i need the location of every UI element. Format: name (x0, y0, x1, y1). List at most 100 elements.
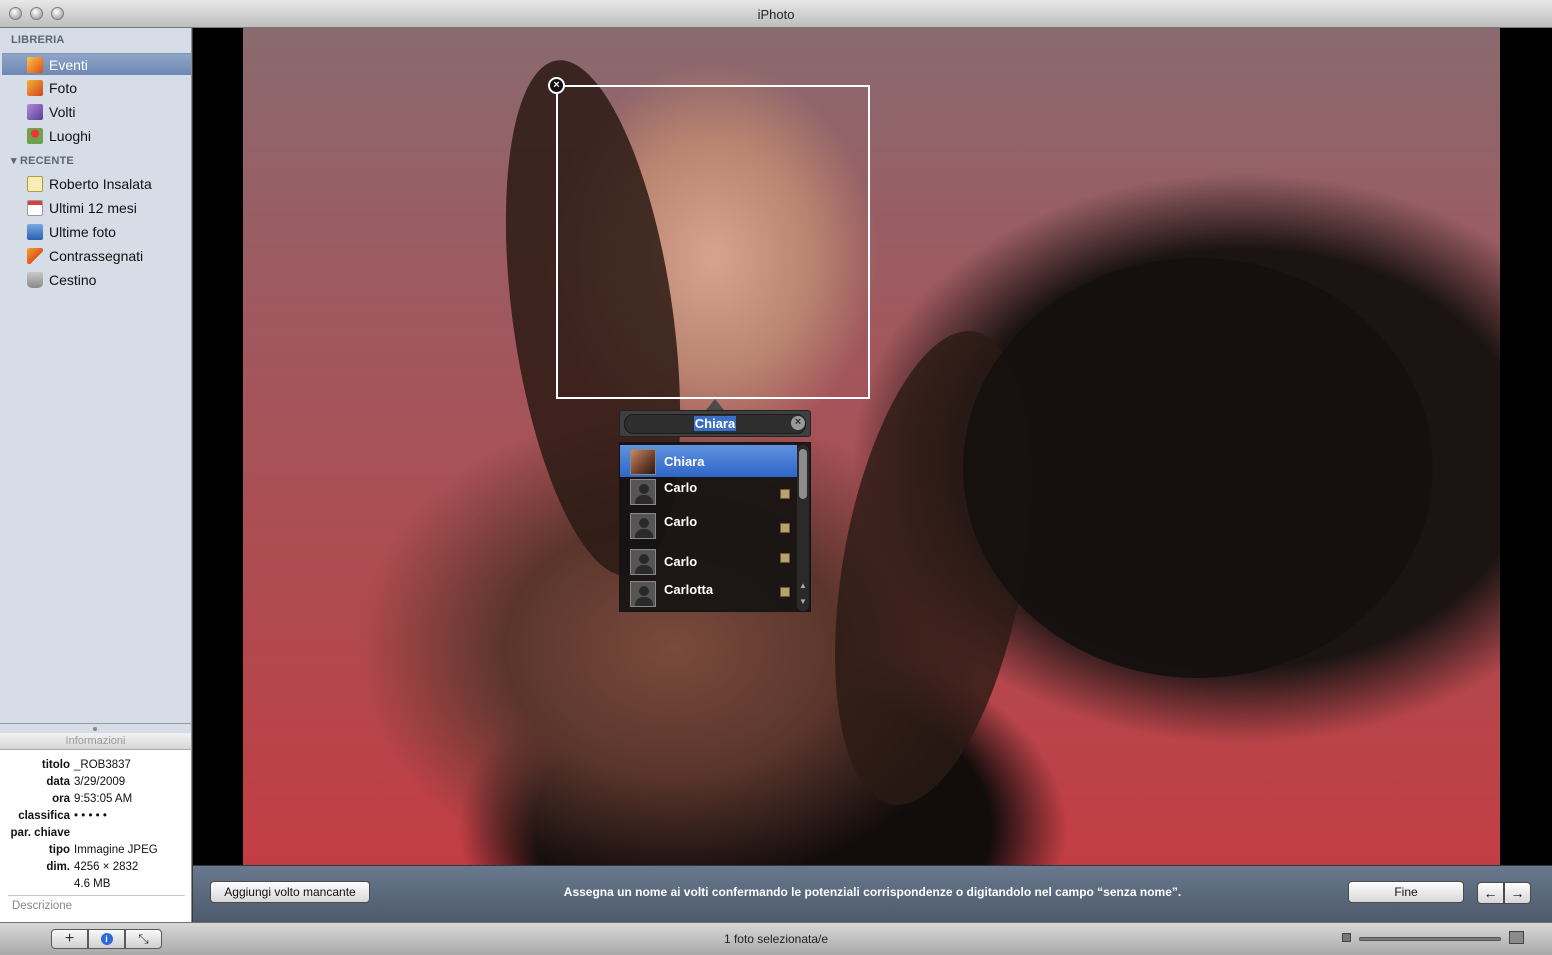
info-value: _ROB3837 (74, 759, 131, 771)
info-value: 4256 × 2832 (74, 861, 139, 873)
faces-icon (27, 104, 43, 120)
sidebar-item-label: Foto (49, 80, 78, 96)
album-icon (27, 176, 43, 192)
sidebar-item-ultime-foto[interactable]: Ultime foto (2, 221, 191, 243)
bottom-toolbar: + i ⤡ 1 foto selezionata/e (0, 922, 1552, 955)
import-icon (27, 224, 43, 240)
library-header: LIBRERIA (11, 34, 65, 46)
address-card-icon (780, 523, 790, 533)
suggestion-item[interactable]: Carlo (620, 475, 797, 507)
rating-dots[interactable]: • • • • • (74, 810, 107, 822)
sidebar-item-label: Luoghi (49, 128, 92, 144)
sidebar-item-label: Ultime foto (49, 224, 116, 240)
person-silhouette-icon (630, 479, 656, 505)
sidebar-item-cestino[interactable]: Cestino (2, 269, 191, 291)
photo-viewer[interactable] (193, 28, 1552, 865)
face-name-popup: Chiara × (619, 410, 811, 437)
recent-header[interactable]: ▾ RECENTE (11, 154, 74, 167)
sidebar-item-eventi[interactable]: Eventi (2, 53, 191, 75)
info-panel: titolo _ROB3837 data 3/29/2009 ora 9:53:… (0, 750, 192, 922)
description-field[interactable]: Descrizione (12, 900, 72, 912)
sidebar-item-label: Cestino (49, 272, 97, 288)
info-splitter[interactable] (0, 723, 192, 733)
places-icon (27, 128, 43, 144)
suggestion-name: Carlo (664, 480, 698, 495)
faces-action-bar: Aggiungi volto mancante Assegna un nome … (193, 865, 1552, 922)
info-key: titolo (41, 759, 70, 771)
info-value: 4.6 MB (74, 878, 111, 890)
info-row-filesize: 4.6 MB (0, 878, 192, 894)
small-thumbnail-icon (1342, 933, 1351, 942)
sidebar-item-volti[interactable]: Volti (2, 101, 191, 123)
arrow-right-icon[interactable]: → (1504, 882, 1531, 904)
info-row-type: tipo Immagine JPEG (0, 844, 192, 860)
sidebar-item-foto[interactable]: Foto (2, 77, 191, 99)
info-value: Immagine JPEG (74, 844, 158, 856)
info-row-keywords[interactable]: par. chiave (0, 827, 192, 843)
trash-icon (27, 272, 43, 288)
info-key: tipo (48, 844, 70, 856)
sidebar-item-label: Contrassegnati (49, 248, 144, 264)
address-card-icon (780, 553, 790, 563)
zoom-slider[interactable] (1359, 937, 1501, 941)
recent-header-label: RECENTE (19, 155, 74, 167)
face-thumbnail (630, 449, 656, 475)
suggestion-item[interactable]: Carlotta (620, 577, 797, 609)
name-suggestions-list: Chiara Carlo Carlo Carlo Carlotta ▲ ▼ (619, 442, 811, 612)
info-row-dimensions: dim. 4256 × 2832 (0, 861, 192, 877)
splitter-grip-icon (93, 727, 97, 731)
done-button[interactable]: Fine (1348, 881, 1464, 903)
photo-detail (963, 258, 1433, 678)
suggestion-name: Chiara (664, 454, 705, 469)
sidebar-item-label: Volti (49, 104, 76, 120)
suggestion-name: Carlo (664, 554, 698, 569)
source-list: LIBRERIA Eventi Foto Volti Luoghi ▾ RECE… (0, 28, 192, 723)
window-title: iPhoto (757, 7, 795, 22)
scroll-up-icon[interactable]: ▲ (799, 581, 807, 590)
sidebar-item-contrassegnati[interactable]: Contrassegnati (2, 245, 191, 267)
info-key: dim. (46, 861, 70, 873)
face-selection-box[interactable] (556, 85, 870, 399)
remove-face-close-icon[interactable]: × (548, 77, 565, 94)
info-key: classifica (18, 810, 70, 822)
scroll-down-icon[interactable]: ▼ (799, 597, 807, 606)
suggestion-name: Carlotta (664, 582, 714, 597)
face-name-input[interactable]: Chiara (624, 414, 806, 434)
address-card-icon (780, 587, 790, 597)
address-card-icon (780, 489, 790, 499)
sidebar-item-luoghi[interactable]: Luoghi (2, 125, 191, 147)
person-silhouette-icon (630, 513, 656, 539)
info-row-rating[interactable]: classifica • • • • • (0, 810, 192, 826)
suggestion-name: Carlo (664, 514, 698, 529)
person-silhouette-icon (630, 549, 656, 575)
scrollbar-knob[interactable] (799, 449, 807, 499)
flag-icon (27, 248, 43, 264)
info-value: 3/29/2009 (74, 776, 126, 788)
calendar-icon (27, 200, 43, 216)
info-row-title[interactable]: titolo _ROB3837 (0, 759, 192, 775)
info-row-date[interactable]: data 3/29/2009 (0, 776, 192, 792)
suggestion-item[interactable]: Carlo (620, 509, 797, 541)
sidebar-item-ultimi-12-mesi[interactable]: Ultimi 12 mesi (2, 197, 191, 219)
clear-name-icon[interactable]: × (791, 416, 805, 430)
suggestions-scrollbar[interactable]: ▲ ▼ (797, 445, 809, 611)
photos-icon (27, 80, 43, 96)
window-titlebar[interactable]: iPhoto (0, 0, 1552, 28)
info-divider (8, 895, 185, 896)
sidebar-item-label: Roberto Insalata (49, 176, 152, 192)
info-row-time[interactable]: ora 9:53:05 AM (0, 793, 192, 809)
photo[interactable] (243, 28, 1500, 865)
info-key: par. chiave (10, 827, 70, 839)
sidebar-item-roberto-insalata[interactable]: Roberto Insalata (2, 173, 191, 195)
info-key: ora (52, 793, 70, 805)
sidebar-item-label: Eventi (49, 56, 88, 73)
large-thumbnail-icon (1509, 931, 1524, 944)
sidebar-item-label: Ultimi 12 mesi (49, 200, 137, 216)
suggestion-item[interactable]: Carlo (620, 545, 797, 577)
selection-status: 1 foto selezionata/e (723, 932, 829, 946)
info-key: data (46, 776, 70, 788)
suggestion-item[interactable]: Chiara (620, 445, 797, 477)
info-panel-title: Informazioni (0, 733, 192, 750)
arrow-left-icon[interactable]: ← (1477, 882, 1504, 904)
face-name-value: Chiara (693, 416, 737, 431)
